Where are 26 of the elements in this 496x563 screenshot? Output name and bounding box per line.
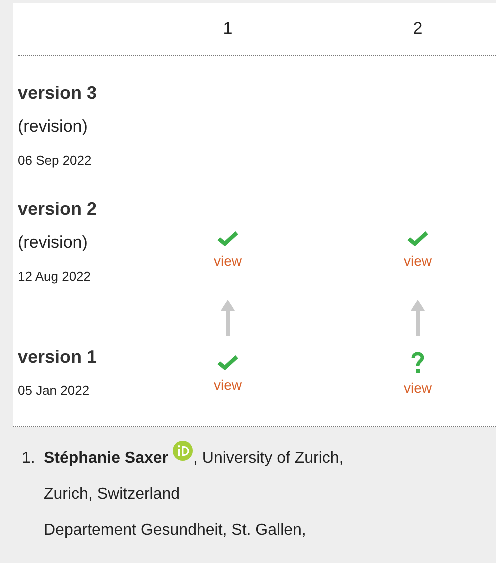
up-arrow-icon: [410, 300, 426, 336]
version-date: 12 Aug 2022: [18, 268, 92, 286]
check-icon: [407, 231, 429, 247]
version-title: version 3: [18, 82, 98, 105]
question-mark-icon: [411, 352, 425, 374]
view-link[interactable]: view: [404, 253, 432, 269]
author-name: Stéphanie Saxer: [44, 450, 168, 467]
column-header: 2: [413, 19, 423, 39]
orcid-icon[interactable]: [172, 441, 192, 461]
affiliation: Zurich, Switzerland: [44, 485, 182, 505]
version-note: (revision): [18, 116, 89, 138]
version-date: 05 Jan 2022: [18, 382, 91, 400]
view-link[interactable]: view: [214, 253, 242, 269]
view-link[interactable]: view: [214, 377, 242, 393]
affiliation: , University of Zurich,: [194, 450, 344, 467]
version-title: version 2: [18, 198, 98, 221]
column-header: 1: [223, 19, 233, 39]
version-note: (revision): [18, 232, 89, 254]
affiliation: Departement Gesundheit, St. Gallen,: [44, 521, 308, 541]
view-link[interactable]: view: [404, 380, 432, 396]
version-date: 06 Sep 2022: [18, 152, 93, 170]
up-arrow-icon: [220, 300, 236, 336]
version-title: version 1: [18, 346, 98, 369]
list-number: 1.: [22, 449, 36, 469]
check-icon: [217, 355, 239, 371]
check-icon: [217, 231, 239, 247]
